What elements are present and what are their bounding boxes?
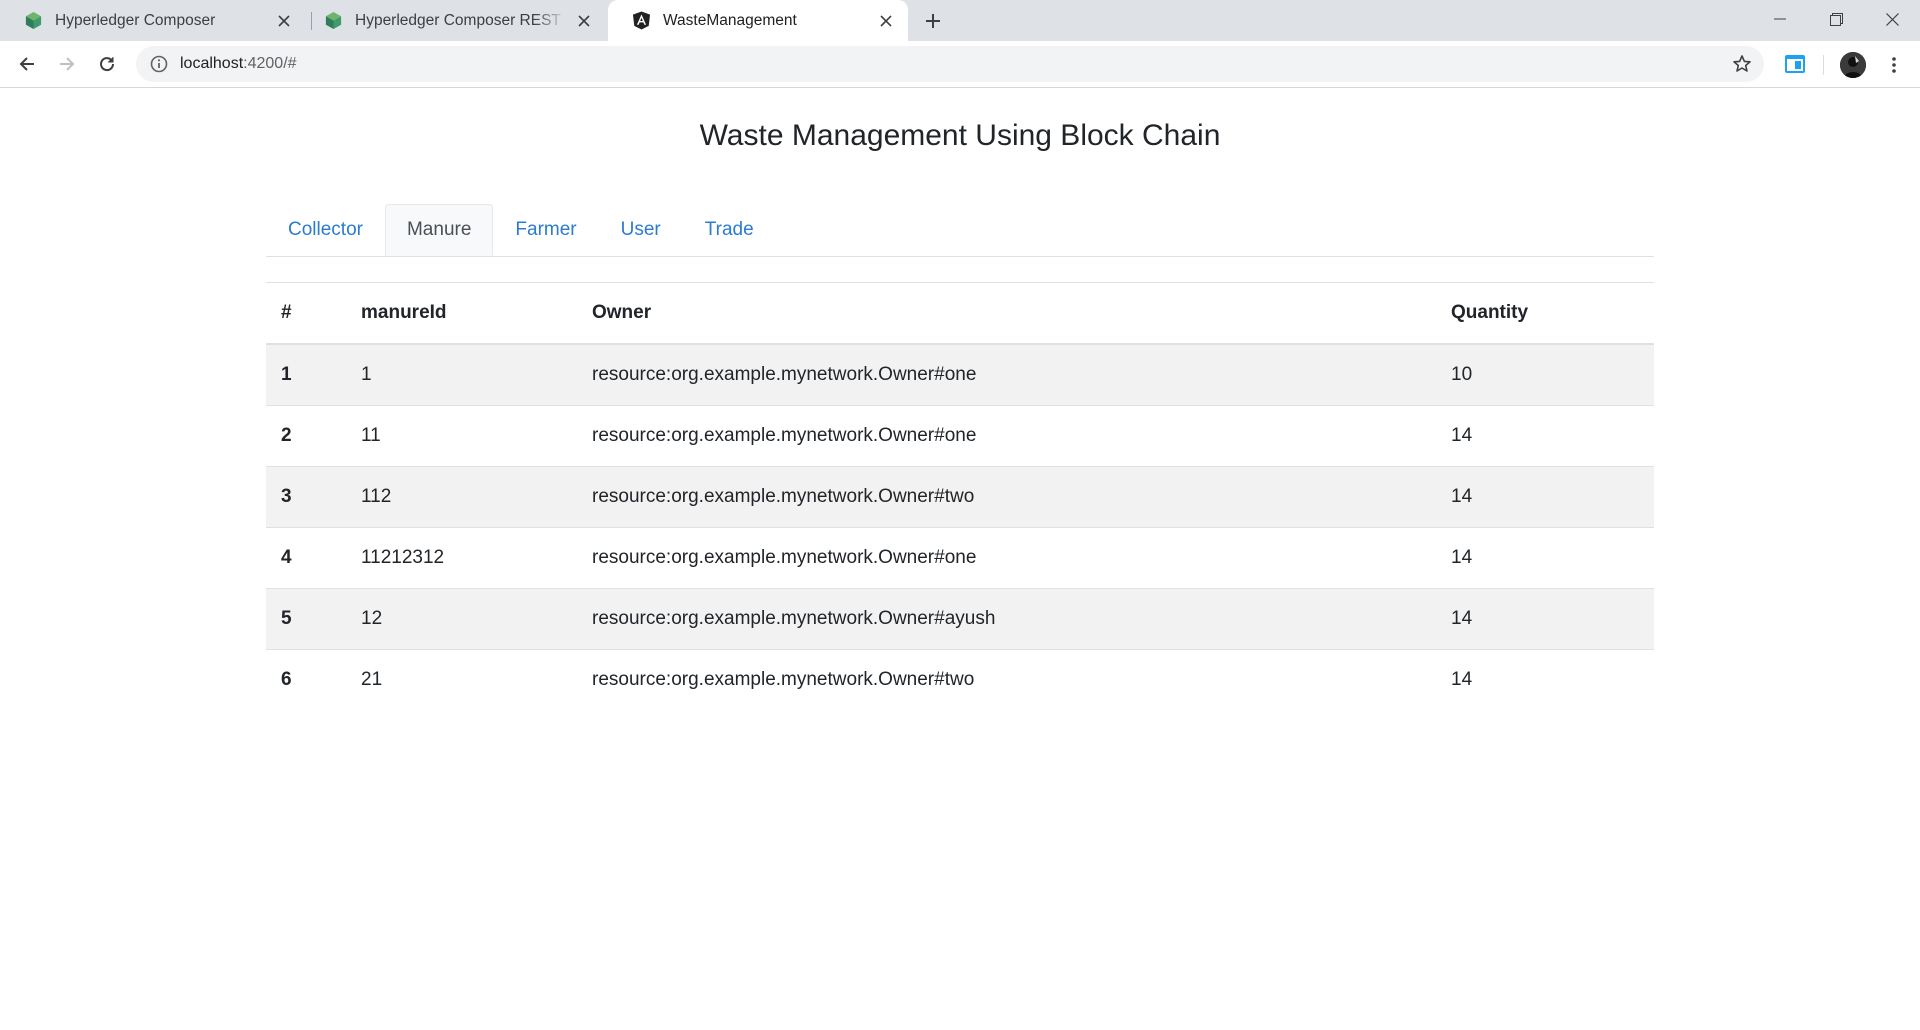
hyperledger-cube-icon: [24, 11, 43, 30]
row-index: 1: [266, 343, 346, 406]
column-header-manure-id: manureId: [346, 282, 577, 345]
row-index: 3: [266, 466, 346, 528]
cell-manure-id: 12: [346, 588, 577, 650]
table-row: 1 1 resource:org.example.mynetwork.Owner…: [266, 343, 1654, 406]
angular-icon: [632, 11, 651, 30]
cell-owner: resource:org.example.mynetwork.Owner#ayu…: [577, 588, 1436, 650]
table-row: 6 21 resource:org.example.mynetwork.Owne…: [266, 649, 1654, 710]
plus-icon: [925, 13, 941, 29]
cell-quantity: 14: [1436, 405, 1654, 467]
star-icon[interactable]: [1732, 54, 1752, 74]
browser-tab-title: WasteManagement: [663, 11, 797, 29]
restore-button[interactable]: [1808, 0, 1864, 38]
cell-manure-id: 11212312: [346, 527, 577, 589]
cell-manure-id: 11: [346, 405, 577, 467]
column-header-index: #: [266, 282, 346, 345]
table-row: 4 11212312 resource:org.example.mynetwor…: [266, 527, 1654, 589]
minimize-button[interactable]: [1752, 0, 1808, 38]
cell-quantity: 14: [1436, 466, 1654, 528]
close-icon: [1885, 12, 1899, 26]
browser-tab-title: Hyperledger Composer REST server: [355, 11, 566, 29]
tab-trade[interactable]: Trade: [683, 204, 776, 256]
row-index: 6: [266, 649, 346, 710]
page-title: Waste Management Using Block Chain: [699, 119, 1221, 152]
back-button[interactable]: [12, 49, 42, 79]
cell-quantity: 14: [1436, 649, 1654, 710]
browser-tab-title: Hyperledger Composer: [55, 11, 216, 29]
cell-owner: resource:org.example.mynetwork.Owner#one: [577, 343, 1436, 406]
cell-owner: resource:org.example.mynetwork.Owner#one: [577, 527, 1436, 589]
reload-icon: [98, 55, 116, 73]
table-row: 2 11 resource:org.example.mynetwork.Owne…: [266, 405, 1654, 467]
arrow-left-icon: [18, 55, 36, 73]
toolbar-divider: [1823, 55, 1824, 75]
tab-manure[interactable]: Manure: [384, 204, 494, 256]
browser-tab[interactable]: Hyperledger Composer REST server: [300, 0, 606, 41]
main-container: Collector Manure Farmer User Trade # man…: [266, 204, 1654, 710]
table-row: 3 112 resource:org.example.mynetwork.Own…: [266, 466, 1654, 528]
table-row: 5 12 resource:org.example.mynetwork.Owne…: [266, 588, 1654, 650]
close-tab-icon[interactable]: [876, 11, 896, 31]
extension-icon[interactable]: [1784, 53, 1806, 75]
forward-button[interactable]: [52, 49, 82, 79]
browser-tab[interactable]: Hyperledger Composer: [0, 0, 306, 41]
reload-button[interactable]: [92, 49, 122, 79]
cell-quantity: 10: [1436, 343, 1654, 406]
cell-owner: resource:org.example.mynetwork.Owner#two: [577, 466, 1436, 528]
manure-table: # manureId Owner Quantity 1 1 resource:o…: [266, 282, 1654, 710]
hyperledger-cube-icon: [324, 11, 343, 30]
arrow-right-icon: [58, 55, 76, 73]
address-bar[interactable]: localhost:4200/#: [136, 46, 1764, 82]
cell-owner: resource:org.example.mynetwork.Owner#two: [577, 649, 1436, 710]
row-index: 5: [266, 588, 346, 650]
address-url: localhost:4200/#: [180, 55, 297, 72]
nav-tabs: Collector Manure Farmer User Trade: [266, 204, 1654, 257]
restore-icon: [1829, 12, 1843, 26]
info-icon[interactable]: [150, 55, 168, 73]
close-tab-icon[interactable]: [574, 11, 594, 31]
cell-manure-id: 112: [346, 466, 577, 528]
row-index: 2: [266, 405, 346, 467]
page-content: Waste Management Using Block Chain Colle…: [0, 89, 1920, 1030]
close-tab-icon[interactable]: [274, 11, 294, 31]
avatar[interactable]: [1840, 52, 1866, 78]
tab-collector[interactable]: Collector: [266, 204, 385, 256]
cell-owner: resource:org.example.mynetwork.Owner#one: [577, 405, 1436, 467]
cell-quantity: 14: [1436, 527, 1654, 589]
cell-manure-id: 21: [346, 649, 577, 710]
browser-toolbar: localhost:4200/#: [0, 41, 1920, 88]
browser-tab-strip: Hyperledger Composer Hyperledger Compose…: [0, 0, 1920, 41]
row-index: 4: [266, 527, 346, 589]
new-tab-button[interactable]: [920, 8, 946, 34]
cell-manure-id: 1: [346, 343, 577, 406]
table-header: # manureId Owner Quantity: [266, 282, 1654, 345]
tab-farmer[interactable]: Farmer: [493, 204, 598, 256]
minimize-icon: [1774, 13, 1786, 25]
column-header-owner: Owner: [577, 282, 1436, 345]
column-header-quantity: Quantity: [1436, 282, 1654, 345]
close-window-button[interactable]: [1864, 0, 1920, 38]
cell-quantity: 14: [1436, 588, 1654, 650]
more-vertical-icon[interactable]: [1882, 53, 1906, 77]
tab-user[interactable]: User: [599, 204, 683, 256]
browser-tab-active[interactable]: WasteManagement: [608, 0, 908, 41]
